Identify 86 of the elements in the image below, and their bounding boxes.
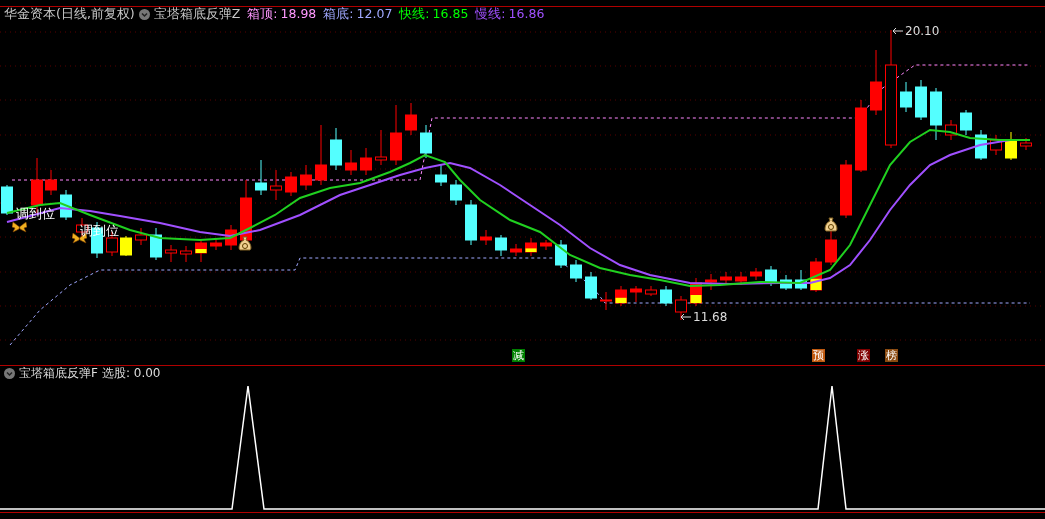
candle: [1, 184, 13, 216]
candle: [375, 129, 387, 166]
candle: [345, 149, 357, 176]
candle: [795, 269, 807, 291]
candle: [675, 295, 687, 321]
candle: [615, 285, 627, 307]
money-bag-icon: [238, 236, 252, 251]
candle: [960, 109, 972, 136]
signal-marker: 涨: [857, 349, 870, 362]
candle: [210, 237, 222, 251]
money-bag-icon: [824, 217, 838, 232]
candle: [390, 104, 402, 166]
candle: [195, 239, 207, 263]
candle: [270, 169, 282, 201]
price-mark: 11.68: [693, 310, 728, 324]
candle: [45, 169, 57, 196]
arrow-icon: [892, 27, 904, 35]
candle: [990, 134, 1002, 156]
reading-label: 箱顶:: [247, 6, 278, 23]
candle: [525, 237, 537, 257]
candle: [945, 119, 957, 141]
reading-value: 12.07: [356, 6, 393, 23]
candle: [690, 277, 702, 307]
candle: [330, 127, 342, 171]
candle: [60, 189, 72, 221]
candle: [510, 243, 522, 257]
candle: [765, 265, 777, 287]
candle: [870, 49, 882, 116]
stock-title: 华金资本(日线,前复权): [4, 6, 135, 23]
dropdown-icon[interactable]: [138, 9, 150, 20]
candle: [315, 124, 327, 186]
signal-marker: 减: [512, 349, 525, 362]
candle: [825, 229, 837, 266]
candle: [165, 244, 177, 263]
reading-value: 16.86: [508, 6, 545, 23]
candle: [540, 239, 552, 251]
candle: [720, 271, 732, 285]
candle: [585, 271, 597, 301]
dropdown-icon[interactable]: [4, 367, 15, 379]
reading-value: 18.98: [280, 6, 317, 23]
candle: [570, 259, 582, 283]
reading-label: 快线:: [399, 6, 430, 23]
candle: [300, 164, 312, 191]
reading-value: 16.85: [432, 6, 469, 23]
indicator-name: 宝塔箱底反弹F: [19, 364, 98, 382]
candle: [435, 164, 447, 187]
candle: [225, 224, 237, 251]
candle: [1020, 137, 1032, 151]
butterfly-icon: [12, 222, 27, 233]
candle: [810, 257, 822, 293]
candle: [285, 171, 297, 197]
candle: [135, 227, 147, 246]
reading-label: 箱底:: [323, 6, 354, 23]
candle: [420, 124, 432, 159]
candle: [915, 79, 927, 121]
candle: [120, 235, 132, 257]
candle: [480, 229, 492, 246]
candle: [750, 267, 762, 281]
candle: [645, 285, 657, 297]
indicator-reading: 选股: 0.00: [101, 364, 161, 382]
candle: [780, 274, 792, 291]
candle: [1005, 131, 1017, 161]
indicator-name: 宝塔箱底反弹Z: [153, 6, 241, 23]
reading-label: 慢线:: [475, 6, 506, 23]
candle: [630, 285, 642, 303]
candle: [660, 285, 672, 307]
arrow-icon: [680, 313, 692, 321]
candle: [840, 159, 852, 219]
candle: [975, 129, 987, 161]
candle: [555, 239, 567, 269]
candle: [180, 245, 192, 263]
candle: [360, 147, 372, 176]
candle: [150, 227, 162, 261]
price-mark: 20.10: [905, 24, 940, 38]
candle: [930, 87, 942, 141]
candle: [240, 179, 252, 244]
candle: [705, 273, 717, 291]
candle: [495, 234, 507, 257]
candle: [405, 102, 417, 136]
candle: [255, 159, 267, 196]
candle: [450, 179, 462, 206]
candle: [900, 81, 912, 113]
candle: [465, 199, 477, 246]
signal-marker: 榜: [885, 349, 898, 362]
candle: [600, 291, 612, 311]
signal-marker: 预: [812, 349, 825, 362]
